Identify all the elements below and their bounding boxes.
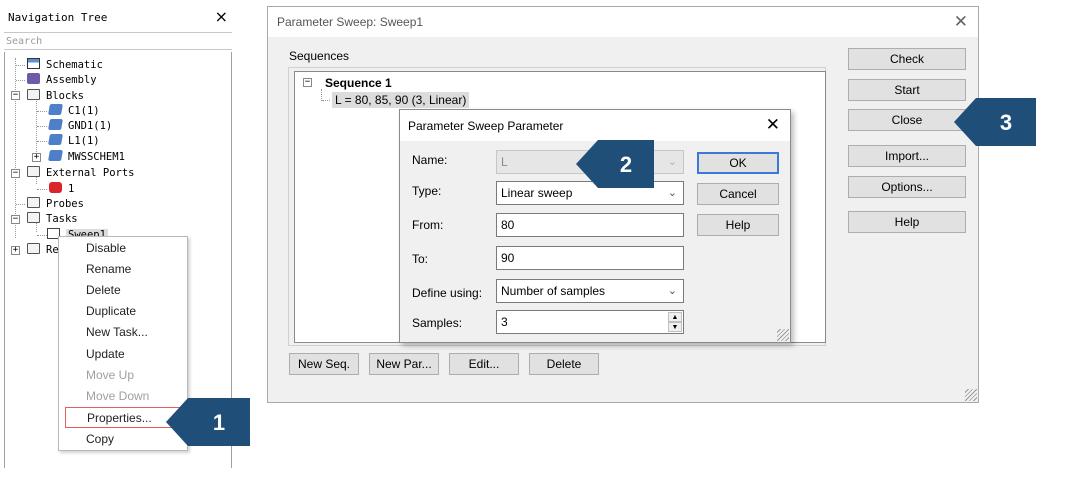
- chevron-down-icon: ⌄: [667, 187, 677, 199]
- help-button[interactable]: Help: [697, 214, 779, 236]
- to-input[interactable]: 90: [496, 246, 684, 270]
- cancel-button[interactable]: Cancel: [697, 183, 779, 205]
- menu-item-duplicate[interactable]: Duplicate: [65, 301, 183, 322]
- samples-stepper[interactable]: 3 ▲ ▼: [496, 310, 684, 334]
- new-parameter-button[interactable]: New Par...: [369, 353, 439, 375]
- tree-item-l1[interactable]: L1(1): [48, 134, 100, 149]
- sequence-parameter-item[interactable]: L = 80, 85, 90 (3, Linear): [332, 92, 470, 108]
- menu-item-new-task[interactable]: New Task...: [65, 322, 183, 343]
- delete-button[interactable]: Delete: [529, 353, 599, 375]
- from-label: From:: [412, 218, 444, 232]
- help-button[interactable]: Help: [848, 211, 966, 233]
- block-icon: [48, 104, 63, 115]
- import-button[interactable]: Import...: [848, 145, 966, 167]
- menu-item-rename[interactable]: Rename: [65, 259, 183, 280]
- expand-mwsschem1-icon[interactable]: +: [32, 153, 41, 162]
- sequence-item[interactable]: Sequence 1: [325, 76, 392, 90]
- edit-button[interactable]: Edit...: [449, 353, 519, 375]
- menu-item-disable[interactable]: Disable: [65, 238, 183, 259]
- tree-search-input[interactable]: Search: [4, 32, 232, 50]
- navigation-tree-titlebar: Navigation Tree ×: [2, 6, 232, 30]
- chevron-down-icon: ⌄: [667, 156, 677, 168]
- tree-item-port-1[interactable]: 1: [49, 182, 74, 197]
- define-using-select[interactable]: Number of samples ⌄: [496, 279, 684, 303]
- tree-item-external-ports[interactable]: External Ports: [27, 166, 135, 181]
- subdialog-title: Parameter Sweep Parameter: [408, 119, 564, 133]
- spin-down-icon[interactable]: ▼: [668, 322, 682, 332]
- type-label: Type:: [412, 184, 442, 198]
- block-icon: [48, 134, 63, 145]
- block-icon: [48, 119, 63, 130]
- close-button[interactable]: Close: [848, 109, 966, 131]
- to-label: To:: [412, 252, 429, 266]
- from-input[interactable]: 80: [496, 213, 684, 237]
- spin-buttons[interactable]: ▲ ▼: [668, 312, 682, 332]
- define-using-label: Define using:: [412, 286, 483, 300]
- navigation-tree-title: Navigation Tree: [8, 11, 108, 24]
- dialog-titlebar: Parameter Sweep: Sweep1 ✕: [268, 7, 978, 37]
- tree-item-c1[interactable]: C1(1): [48, 104, 100, 119]
- folder-icon: [27, 166, 40, 177]
- resize-grip-icon[interactable]: [965, 389, 977, 401]
- callout-badge-1: 1: [166, 398, 250, 446]
- folder-icon: [27, 89, 40, 100]
- folder-icon: [27, 243, 40, 254]
- ok-button[interactable]: OK: [697, 152, 779, 174]
- port-icon: [49, 182, 62, 193]
- assembly-icon: [27, 73, 40, 84]
- samples-label: Samples:: [412, 316, 463, 330]
- subdialog-titlebar: Parameter Sweep Parameter ✕: [400, 110, 790, 141]
- collapse-sequence-icon[interactable]: −: [303, 78, 312, 87]
- callout-arrow-icon: [954, 98, 976, 146]
- tree-item-gnd1[interactable]: GND1(1): [48, 119, 112, 134]
- schematic-icon: [27, 58, 40, 69]
- new-sequence-button[interactable]: New Seq.: [289, 353, 359, 375]
- close-icon[interactable]: ✕: [954, 12, 968, 32]
- block-icon: [48, 150, 63, 161]
- menu-item-update[interactable]: Update: [65, 344, 183, 365]
- collapse-blocks-icon[interactable]: −: [11, 91, 20, 100]
- dialog-title: Parameter Sweep: Sweep1: [277, 15, 424, 29]
- name-label: Name:: [412, 153, 448, 167]
- start-button[interactable]: Start: [848, 79, 966, 101]
- sequences-label: Sequences: [289, 49, 350, 63]
- folder-icon: [27, 212, 40, 223]
- tree-item-blocks[interactable]: Blocks: [27, 89, 84, 104]
- close-icon[interactable]: ✕: [766, 115, 780, 135]
- tree-item-assembly[interactable]: Assembly: [27, 73, 97, 88]
- callout-arrow-icon: [576, 140, 598, 188]
- callout-badge-2: 2: [576, 140, 654, 188]
- spin-up-icon[interactable]: ▲: [668, 312, 682, 322]
- collapse-external-ports-icon[interactable]: −: [11, 169, 20, 178]
- tree-item-probes[interactable]: Probes: [27, 197, 84, 212]
- tree-item-schematic[interactable]: Schematic: [27, 58, 103, 73]
- tree-item-tasks[interactable]: Tasks: [27, 212, 78, 227]
- chevron-down-icon: ⌄: [667, 285, 677, 297]
- menu-item-move-up: Move Up: [86, 368, 135, 382]
- tree-item-mwsschem1[interactable]: MWSSCHEM1: [48, 150, 125, 165]
- collapse-tasks-icon[interactable]: −: [11, 215, 20, 224]
- options-button[interactable]: Options...: [848, 176, 966, 198]
- resize-grip-icon[interactable]: [777, 329, 789, 341]
- expand-results-icon[interactable]: +: [11, 246, 20, 255]
- callout-badge-3: 3: [954, 98, 1036, 146]
- close-icon[interactable]: ×: [215, 7, 228, 26]
- menu-item-delete[interactable]: Delete: [65, 280, 183, 301]
- tree-item-results[interactable]: Re: [27, 243, 59, 258]
- check-button[interactable]: Check: [848, 48, 966, 70]
- folder-icon: [27, 197, 40, 208]
- callout-arrow-icon: [166, 398, 188, 446]
